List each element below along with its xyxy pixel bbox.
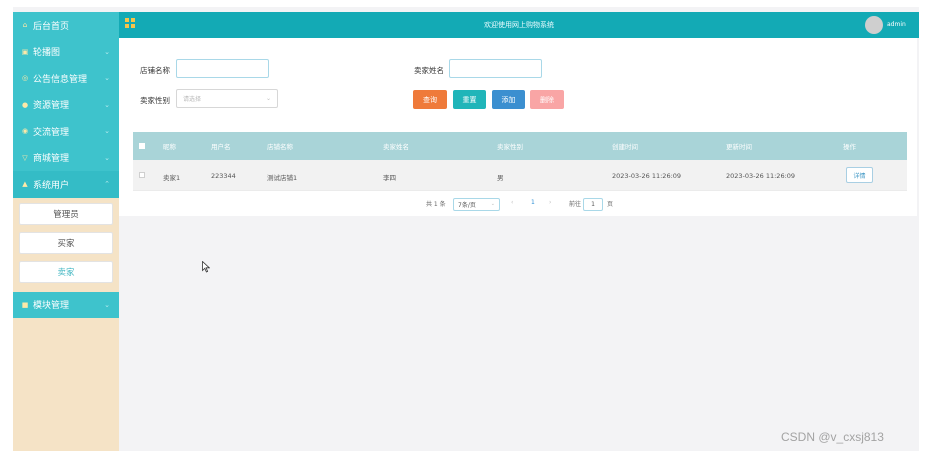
- seller-name-label: 卖家姓名: [414, 66, 444, 75]
- sidebar-item-chat[interactable]: ◉ 交流管理 ⌄: [13, 118, 119, 145]
- sidebar-item-label: 系统用户: [33, 180, 70, 191]
- page-number-current[interactable]: 1: [531, 199, 535, 206]
- column-header: 创建时间: [612, 143, 638, 151]
- reset-button[interactable]: 重置: [453, 90, 486, 109]
- seller-name-input[interactable]: [449, 59, 542, 78]
- goto-label: 前往: [569, 201, 582, 208]
- seller-gender-label: 卖家性别: [140, 96, 170, 105]
- submenu-item-seller[interactable]: 卖家: [19, 260, 113, 283]
- sidebar-item-shop[interactable]: ▽ 商城管理 ⌄: [13, 144, 119, 171]
- chevron-up-icon: ⌃: [104, 180, 110, 188]
- column-header: 店铺名称: [267, 143, 293, 151]
- page-size-value: 7条/页: [458, 202, 476, 209]
- username-label[interactable]: admin: [887, 21, 906, 28]
- submenu-item-admin[interactable]: 管理员: [19, 202, 113, 225]
- cell-seller-gender: 男: [497, 174, 504, 182]
- content-panel: 店铺名称 卖家姓名 卖家性别 请选择 ⌄ 查询 重置 添加 删除 昵称 用户名 …: [119, 38, 917, 216]
- column-header: 操作: [843, 143, 856, 151]
- delete-button[interactable]: 删除: [530, 90, 564, 109]
- page-size-select[interactable]: 7条/页 ⌄: [453, 198, 500, 211]
- select-all-checkbox[interactable]: [139, 143, 145, 149]
- cell-seller-name: 李四: [383, 174, 396, 182]
- home-icon: ⌂: [22, 21, 28, 30]
- page-title: 欢迎使用网上购物系统: [484, 21, 554, 29]
- page-suffix: 页: [607, 201, 614, 208]
- sidebar-item-label: 轮播图: [33, 48, 61, 59]
- app-frame: ⌂ 后台首页 ▣ 轮播图 ⌄ ◎ 公告信息管理 ⌄ ● 资源管理 ⌄ ◉ 交流管…: [13, 7, 919, 451]
- sidebar-item-notice[interactable]: ◎ 公告信息管理 ⌄: [13, 65, 119, 92]
- select-placeholder: 请选择: [183, 96, 202, 103]
- resource-icon: ●: [21, 100, 29, 109]
- add-button[interactable]: 添加: [492, 90, 525, 109]
- sidebar-item-carousel[interactable]: ▣ 轮播图 ⌄: [13, 38, 119, 65]
- sidebar-item-modules[interactable]: ■ 模块管理 ⌄: [13, 291, 119, 318]
- chevron-down-icon: ⌄: [104, 100, 110, 109]
- sidebar-item-label: 模块管理: [33, 301, 70, 312]
- column-header: 用户名: [211, 143, 231, 151]
- module-icon: ■: [21, 300, 29, 309]
- chevron-down-icon: ⌄: [490, 201, 495, 207]
- chevron-down-icon: ⌄: [104, 300, 110, 309]
- query-button[interactable]: 查询: [413, 90, 447, 109]
- sidebar-item-label: 后台首页: [33, 21, 70, 32]
- user-icon: ▲: [22, 180, 28, 189]
- chevron-down-icon: ⌄: [104, 74, 110, 82]
- chevron-down-icon: ⌄: [104, 153, 110, 162]
- cell-created-time: 2023-03-26 11:26:09: [612, 172, 682, 180]
- chevron-down-icon: ⌄: [104, 127, 110, 135]
- sidebar-item-system-users[interactable]: ▲ 系统用户 ⌃: [13, 171, 119, 198]
- chevron-down-icon: ⌄: [104, 47, 110, 56]
- sidebar-item-label: 公告信息管理: [33, 74, 88, 85]
- image-icon: ▣: [21, 47, 29, 56]
- prev-page-button[interactable]: ‹: [511, 199, 513, 206]
- column-header: 昵称: [163, 143, 176, 151]
- notice-icon: ◎: [21, 74, 29, 83]
- row-checkbox[interactable]: [139, 172, 145, 178]
- sidebar: ⌂ 后台首页 ▣ 轮播图 ⌄ ◎ 公告信息管理 ⌄ ● 资源管理 ⌄ ◉ 交流管…: [13, 12, 119, 451]
- cell-updated-time: 2023-03-26 11:26:09: [726, 172, 796, 180]
- column-header: 卖家姓名: [383, 143, 409, 151]
- sidebar-item-home[interactable]: ⌂ 后台首页: [13, 12, 119, 39]
- detail-button[interactable]: 详情: [846, 167, 873, 183]
- column-header: 更新时间: [726, 143, 752, 151]
- column-header: 卖家性别: [497, 143, 523, 151]
- next-page-button[interactable]: ›: [549, 199, 551, 206]
- main-content: 店铺名称 卖家姓名 卖家性别 请选择 ⌄ 查询 重置 添加 删除 昵称 用户名 …: [119, 38, 919, 451]
- sidebar-item-resource[interactable]: ● 资源管理 ⌄: [13, 91, 119, 118]
- mouse-cursor-icon: [202, 261, 210, 273]
- sidebar-item-label: 商城管理: [33, 154, 70, 165]
- pagination-total: 共 1 条: [426, 201, 446, 208]
- shop-name-label: 店铺名称: [140, 66, 170, 75]
- sidebar-item-label: 资源管理: [33, 101, 70, 112]
- table-row[interactable]: 卖家1 223344 测试店铺1 李四 男 2023-03-26 11:26:0…: [133, 160, 907, 191]
- watermark: CSDN @v_cxsj813: [781, 430, 884, 444]
- cell-shop-name: 测试店铺1: [267, 174, 298, 182]
- cell-username: 223344: [211, 172, 236, 180]
- goto-page-input[interactable]: 1: [583, 198, 603, 211]
- chat-icon: ◉: [21, 127, 29, 136]
- cell-nickname: 卖家1: [163, 174, 181, 182]
- submenu: 管理员 买家 卖家: [13, 197, 119, 292]
- shop-name-input[interactable]: [176, 59, 269, 78]
- seller-gender-select[interactable]: 请选择 ⌄: [176, 89, 278, 108]
- table-header: 昵称 用户名 店铺名称 卖家姓名 卖家性别 创建时间 更新时间 操作: [133, 132, 907, 160]
- sidebar-item-label: 交流管理: [33, 127, 70, 138]
- avatar[interactable]: [865, 16, 883, 34]
- submenu-item-buyer[interactable]: 买家: [19, 231, 113, 254]
- chevron-down-icon: ⌄: [265, 95, 271, 102]
- top-header: 欢迎使用网上购物系统 admin: [119, 12, 919, 38]
- shop-icon: ▽: [22, 153, 28, 162]
